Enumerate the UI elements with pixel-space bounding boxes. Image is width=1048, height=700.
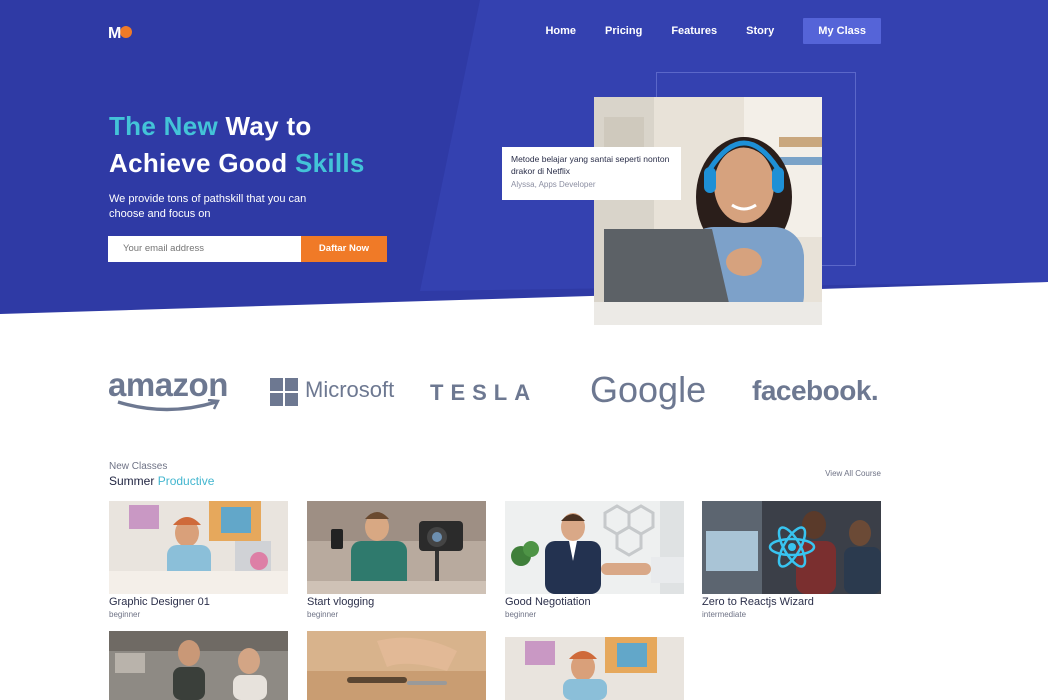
class-card[interactable]: Start vlogging beginner xyxy=(307,501,486,620)
class-card[interactable] xyxy=(505,637,684,700)
tesla-logo: TESLA xyxy=(430,380,538,405)
hero-title-text: Achieve Good xyxy=(109,148,295,178)
nav-home[interactable]: Home xyxy=(545,18,576,44)
google-logo: Google xyxy=(590,369,707,410)
class-name: Start vlogging xyxy=(307,596,375,608)
amazon-logo: amazon xyxy=(108,366,228,412)
hero-student-photo xyxy=(594,97,822,325)
class-thumbnail xyxy=(702,501,881,594)
m-logo-icon: M xyxy=(108,25,132,42)
hero-title-accent: The New xyxy=(109,111,219,141)
class-name: Graphic Designer 01 xyxy=(109,596,210,608)
facebook-logo: facebook. xyxy=(752,375,879,406)
nav-story[interactable]: Story xyxy=(746,18,774,44)
class-card[interactable]: Zero to Reactjs Wizard intermediate xyxy=(702,501,881,620)
section-title-text: Summer xyxy=(109,474,158,488)
view-all-course-link[interactable]: View All Course xyxy=(825,469,881,478)
amazon-logo-text: amazon xyxy=(108,366,228,403)
section-title-accent: Productive xyxy=(157,474,215,488)
class-thumbnail xyxy=(505,637,684,700)
hero-section: M Home Pricing Features Story My Class T… xyxy=(0,0,1048,330)
hero-subtitle: We provide tons of pathskill that you ca… xyxy=(109,193,307,220)
svg-text:M: M xyxy=(108,25,121,42)
class-level: beginner xyxy=(505,610,537,619)
nav-features[interactable]: Features xyxy=(671,18,717,44)
email-input[interactable] xyxy=(108,236,302,262)
nav-pricing[interactable]: Pricing xyxy=(605,18,642,44)
hero-title: The New Way to Achieve Good Skills xyxy=(109,108,489,182)
daftar-now-button[interactable]: Daftar Now xyxy=(301,236,387,262)
class-thumbnail xyxy=(307,501,486,594)
logo[interactable]: M xyxy=(108,22,134,42)
testimonial-author: Alyssa, Apps Developer xyxy=(511,180,596,189)
class-level: beginner xyxy=(109,610,141,619)
class-level: intermediate xyxy=(702,610,747,619)
microsoft-windows-icon xyxy=(270,378,298,406)
hero-title-text: Way to xyxy=(218,111,312,141)
class-name: Good Negotiation xyxy=(505,596,591,608)
class-card[interactable] xyxy=(109,631,288,700)
main-nav: Home Pricing Features Story My Class xyxy=(516,18,881,44)
class-thumbnail xyxy=(109,631,288,700)
nav-my-class-button[interactable]: My Class xyxy=(803,18,881,44)
class-card[interactable]: Graphic Designer 01 beginner xyxy=(109,501,288,620)
class-thumbnail xyxy=(505,501,684,594)
testimonial-quote: Metode belajar yang santai seperti nonto… xyxy=(511,154,670,176)
class-thumbnail xyxy=(109,501,288,594)
section-kicker: New Classes xyxy=(109,461,168,472)
class-level: beginner xyxy=(307,610,339,619)
amazon-smile-icon xyxy=(117,399,220,412)
class-name: Zero to Reactjs Wizard xyxy=(702,596,814,608)
class-thumbnail xyxy=(307,631,486,700)
microsoft-logo-text: Microsoft xyxy=(305,377,395,402)
hero-title-accent: Skills xyxy=(294,148,365,178)
class-card[interactable] xyxy=(307,631,486,700)
testimonial-card: Metode belajar yang santai seperti nonto… xyxy=(502,147,681,200)
class-card[interactable]: Good Negotiation beginner xyxy=(505,501,684,620)
section-title: Summer Productive xyxy=(109,474,214,488)
microsoft-logo: Microsoft xyxy=(270,377,394,411)
